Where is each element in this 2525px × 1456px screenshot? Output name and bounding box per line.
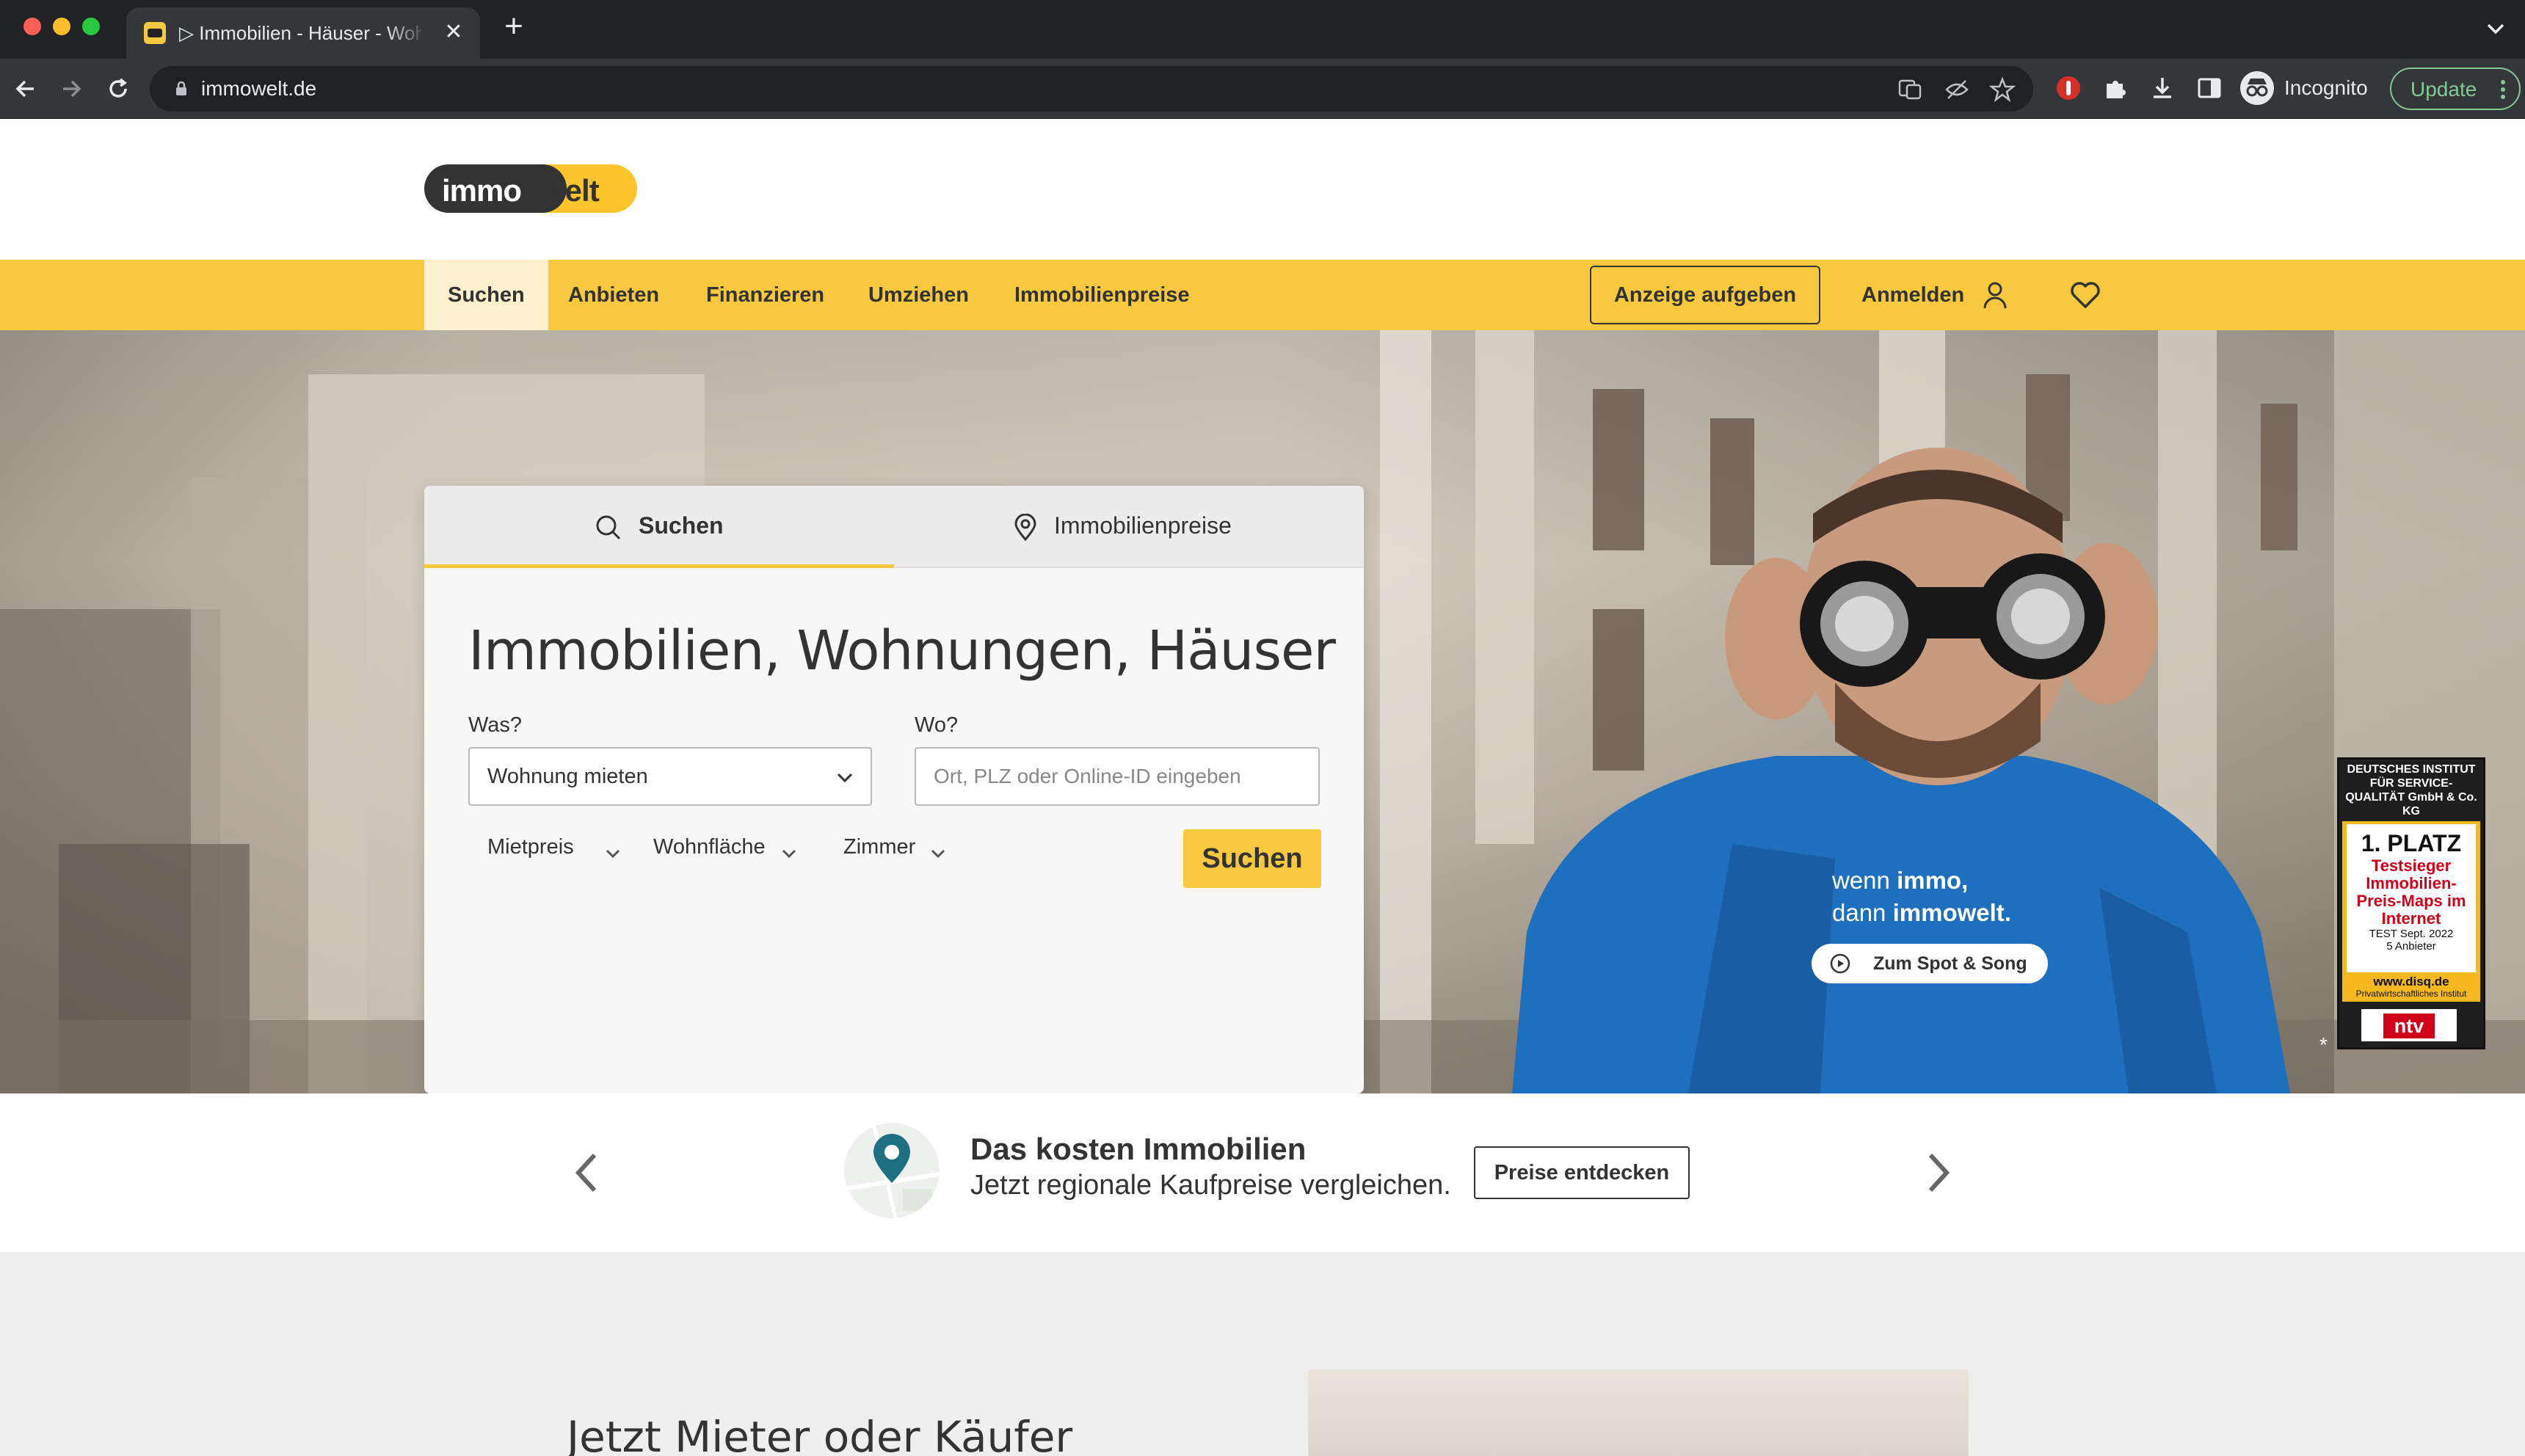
browser-tabstrip: ▷ Immobilien - Häuser - Wohnungen ✕ + bbox=[0, 0, 2525, 59]
login-link[interactable]: Anmelden bbox=[1861, 260, 1964, 330]
translate-icon[interactable] bbox=[1897, 76, 1923, 103]
nav-item-anbieten[interactable]: Anbieten bbox=[568, 260, 659, 330]
anzeige-aufgeben-button[interactable]: Anzeige aufgeben bbox=[1590, 266, 1820, 324]
award-site: www.disq.de bbox=[2373, 975, 2449, 989]
lower-section: Jetzt Mieter oder Käufer bbox=[0, 1252, 2525, 1456]
minimize-window-button[interactable] bbox=[53, 18, 70, 35]
extension-shield-icon[interactable] bbox=[2054, 73, 2083, 103]
nav-item-finanzieren[interactable]: Finanzieren bbox=[706, 260, 824, 330]
main-navigation: Suchen Anbieten Finanzieren Umziehen Imm… bbox=[0, 260, 2525, 330]
tab-immobilienpreise[interactable]: Immobilienpreise bbox=[894, 486, 1364, 568]
filter-zimmer-label: Zimmer bbox=[843, 835, 916, 859]
preise-entdecken-button[interactable]: Preise entdecken bbox=[1474, 1146, 1690, 1199]
browser-toolbar: immowelt.de Incognito Update bbox=[0, 59, 2525, 119]
tab-immobilienpreise-label: Immobilienpreise bbox=[1054, 512, 1232, 539]
search-card: Suchen Immobilienpreise Immobilien, Wohn… bbox=[424, 486, 1364, 1093]
close-window-button[interactable] bbox=[23, 18, 41, 35]
chevron-down-icon bbox=[782, 849, 796, 859]
award-institute: DEUTSCHES INSTITUT FÜR SERVICE-QUALITÄT … bbox=[2345, 763, 2477, 818]
incognito-label: Incognito bbox=[2284, 76, 2368, 99]
chevron-down-icon bbox=[837, 773, 853, 783]
url-text: immowelt.de bbox=[201, 77, 317, 100]
menu-dots-icon[interactable] bbox=[2496, 75, 2510, 104]
update-label: Update bbox=[2410, 78, 2477, 101]
filter-zimmer[interactable]: Zimmer bbox=[843, 835, 945, 872]
lower-heading: Jetzt Mieter oder Käufer bbox=[567, 1412, 1073, 1456]
chevron-right-icon[interactable] bbox=[1916, 1146, 1960, 1199]
award-badge: DEUTSCHES INSTITUT FÜR SERVICE-QUALITÄT … bbox=[2337, 757, 2485, 1049]
price-teaser: Das kosten Immobilien Jetzt regionale Ka… bbox=[0, 1093, 2525, 1252]
immowelt-favicon-icon bbox=[144, 22, 166, 44]
tab-search-chevron-icon[interactable] bbox=[2481, 16, 2510, 43]
chevron-left-icon[interactable] bbox=[565, 1146, 609, 1199]
award-test: TEST Sept. 2022 bbox=[2369, 928, 2454, 940]
wo-label: Wo? bbox=[915, 713, 959, 737]
ntv-logo: ntv bbox=[2361, 1009, 2457, 1041]
tab-suchen[interactable]: Suchen bbox=[424, 486, 894, 568]
star-icon[interactable] bbox=[1989, 76, 2016, 103]
search-tabs: Suchen Immobilienpreise bbox=[424, 486, 1364, 568]
incognito-glasses-icon bbox=[2246, 79, 2268, 97]
maximize-window-button[interactable] bbox=[82, 18, 100, 35]
chevron-down-icon bbox=[931, 849, 945, 859]
address-bar[interactable]: immowelt.de bbox=[150, 66, 2033, 112]
nav-item-umziehen[interactable]: Umziehen bbox=[868, 260, 969, 330]
award-place: 1. PLATZ bbox=[2361, 830, 2462, 856]
play-circle-icon bbox=[1830, 953, 1850, 974]
location-pin-icon bbox=[1014, 514, 1036, 542]
sidepanel-icon[interactable] bbox=[2195, 73, 2224, 103]
lower-teaser-image bbox=[1308, 1369, 1969, 1456]
map-pin-graphic bbox=[844, 1123, 940, 1218]
teaser-title: Das kosten Immobilien bbox=[970, 1132, 1307, 1166]
download-icon[interactable] bbox=[2148, 73, 2177, 103]
lock-icon[interactable] bbox=[172, 79, 191, 98]
filter-wohnflaeche[interactable]: Wohnfläche bbox=[653, 835, 796, 872]
anzeige-aufgeben-label: Anzeige aufgeben bbox=[1613, 283, 1797, 307]
eye-off-icon[interactable] bbox=[1944, 76, 1970, 103]
site-header: immo welt bbox=[0, 119, 2525, 260]
logo-text-immo: immo bbox=[442, 173, 522, 208]
forward-icon[interactable] bbox=[53, 70, 90, 107]
property-type-value: Wohnung mieten bbox=[487, 765, 648, 788]
immowelt-logo[interactable]: immo welt bbox=[424, 164, 637, 213]
update-button[interactable]: Update bbox=[2390, 68, 2521, 110]
spot-song-button[interactable]: Zum Spot & Song bbox=[1812, 944, 2048, 983]
award-site-sub: Privatwirtschaftliches Institut bbox=[2355, 989, 2467, 999]
user-icon[interactable] bbox=[1979, 279, 2011, 311]
new-tab-button[interactable]: + bbox=[499, 10, 528, 43]
filter-mietpreis-label: Mietpreis bbox=[487, 835, 574, 859]
search-submit-button[interactable]: Suchen bbox=[1183, 829, 1321, 888]
nav-item-immobilienpreise[interactable]: Immobilienpreise bbox=[1014, 260, 1190, 330]
search-icon bbox=[596, 515, 621, 540]
hero-section: Suchen Immobilienpreise Immobilien, Wohn… bbox=[0, 330, 2525, 1093]
chevron-down-icon bbox=[606, 849, 620, 859]
back-icon[interactable] bbox=[7, 70, 44, 107]
property-type-select[interactable]: Wohnung mieten bbox=[468, 747, 872, 806]
spot-song-label: Zum Spot & Song bbox=[1873, 953, 2027, 974]
teaser-subtitle: Jetzt regionale Kaufpreise vergleichen. bbox=[970, 1170, 1451, 1201]
footnote-asterisk: * bbox=[2319, 1033, 2328, 1056]
browser-tab-active[interactable]: ▷ Immobilien - Häuser - Wohnungen ✕ bbox=[126, 7, 480, 59]
nav-item-suchen[interactable]: Suchen bbox=[424, 260, 548, 330]
filter-mietpreis[interactable]: Mietpreis bbox=[487, 835, 620, 872]
search-title: Immobilien, Wohnungen, Häuser bbox=[468, 619, 1336, 682]
map-pin-icon bbox=[844, 1123, 940, 1218]
ntv-logo-text: ntv bbox=[2383, 1013, 2435, 1038]
hero-tagline: wenn immo, dann immowelt. bbox=[1832, 867, 2011, 926]
filter-wohnflaeche-label: Wohnfläche bbox=[653, 835, 766, 859]
location-input[interactable] bbox=[915, 747, 1320, 806]
preise-entdecken-label: Preise entdecken bbox=[1494, 1161, 1670, 1184]
logo-text-welt: welt bbox=[542, 173, 600, 208]
heart-icon[interactable] bbox=[2068, 279, 2102, 311]
award-providers: 5 Anbieter bbox=[2386, 940, 2436, 953]
page: ▷ Immobilien - Häuser - Wohnungen ✕ + im… bbox=[0, 0, 2525, 1456]
award-title: Testsieger Immobilien-Preis-Maps im Inte… bbox=[2356, 856, 2466, 928]
puzzle-icon[interactable] bbox=[2101, 73, 2130, 103]
reload-icon[interactable] bbox=[100, 70, 137, 107]
search-submit-label: Suchen bbox=[1202, 843, 1303, 874]
tab-suchen-label: Suchen bbox=[639, 512, 724, 539]
tab-close-icon[interactable]: ✕ bbox=[439, 18, 468, 47]
incognito-icon[interactable] bbox=[2240, 71, 2274, 105]
was-label: Was? bbox=[468, 713, 523, 737]
